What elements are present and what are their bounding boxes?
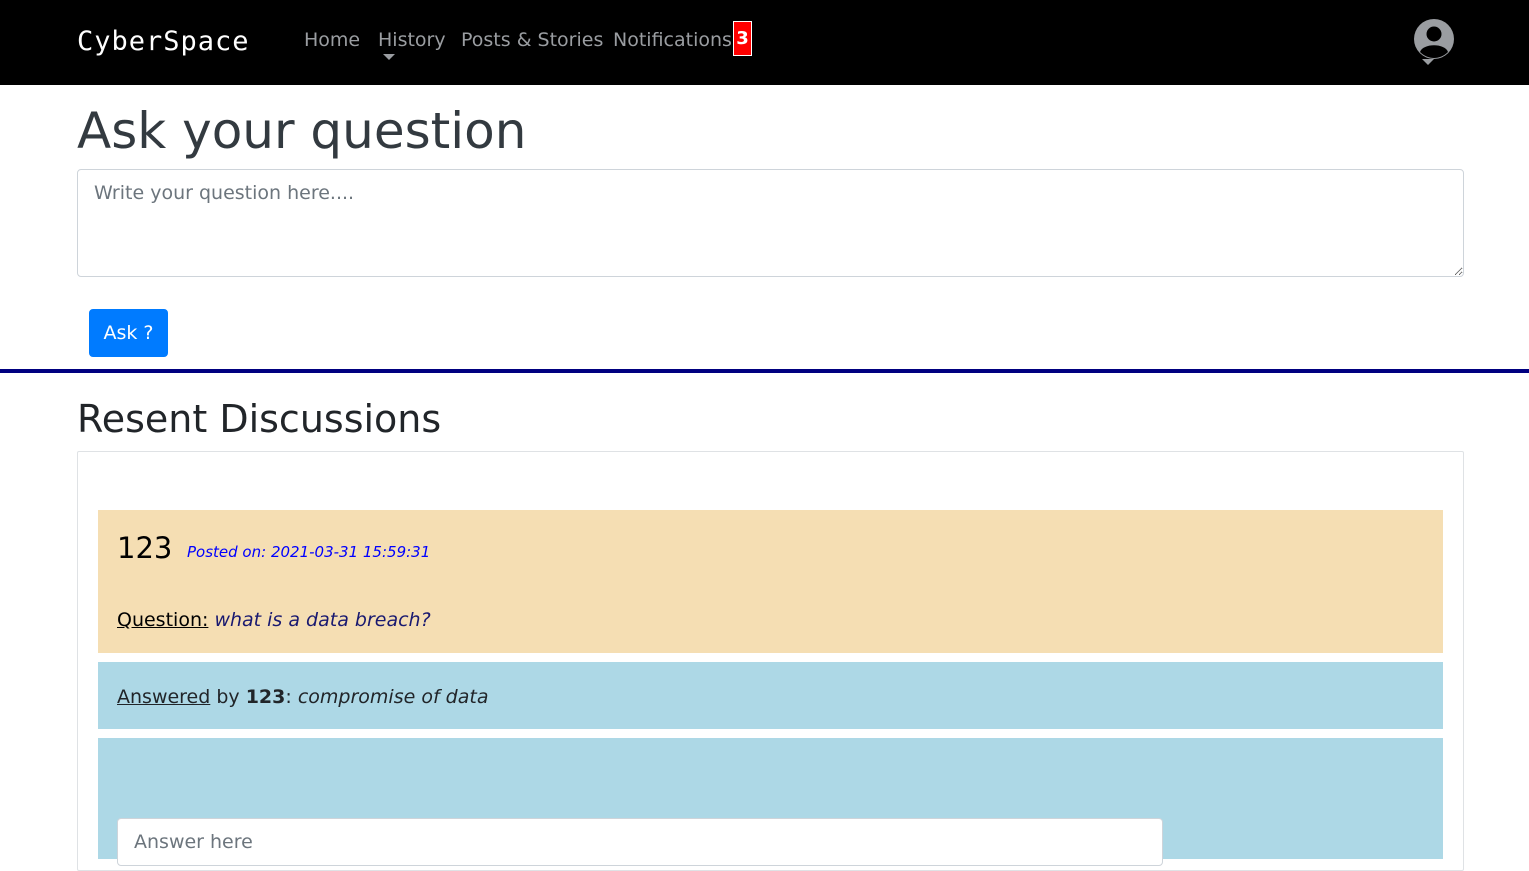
recent-discussions-heading: Resent Discussions bbox=[77, 397, 442, 441]
nav-home-link[interactable]: Home bbox=[304, 27, 360, 53]
question-text: what is a data breach? bbox=[214, 609, 431, 631]
answer-username: 123 bbox=[245, 686, 286, 708]
answer-text: compromise of data bbox=[297, 686, 489, 708]
ask-question-heading: Ask your question bbox=[77, 102, 527, 160]
nav-history-dropdown[interactable]: History bbox=[378, 27, 446, 53]
answered-by-text: by bbox=[210, 686, 246, 708]
answer-line: Answered by 123: compromise of data bbox=[117, 683, 488, 711]
profile-chevron-down-icon[interactable] bbox=[1422, 59, 1434, 65]
user-circle-icon[interactable] bbox=[1414, 19, 1454, 59]
answered-label: Answered bbox=[117, 686, 211, 708]
answer-colon: : bbox=[285, 686, 298, 708]
question-username: 123 bbox=[117, 531, 173, 565]
question-line: Question: what is a data breach? bbox=[117, 606, 431, 634]
top-navbar: CyberSpace Home History Posts & Stories … bbox=[0, 0, 1529, 85]
question-label: Question: bbox=[117, 609, 209, 631]
question-textarea[interactable] bbox=[77, 169, 1464, 277]
question-timestamp: Posted on: 2021-03-31 15:59:31 bbox=[187, 543, 431, 561]
brand-logo[interactable]: CyberSpace bbox=[77, 24, 250, 60]
nav-posts-stories-link[interactable]: Posts & Stories bbox=[461, 27, 603, 53]
nav-notifications-link[interactable]: Notifications bbox=[613, 27, 732, 53]
notification-count-badge[interactable]: 3 bbox=[733, 21, 752, 56]
ask-button[interactable]: Ask ? bbox=[89, 309, 168, 357]
section-divider bbox=[0, 369, 1529, 373]
chevron-down-icon[interactable] bbox=[383, 54, 395, 60]
